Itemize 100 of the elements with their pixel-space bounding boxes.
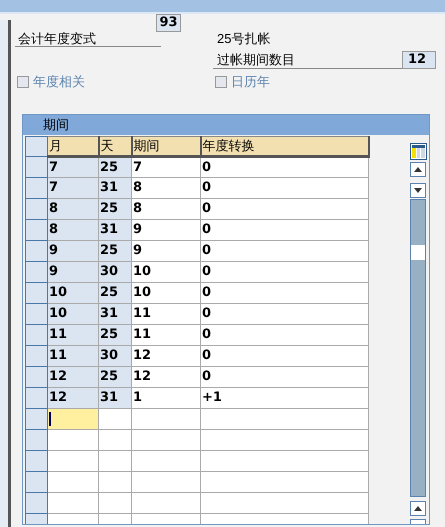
up-arrow-icon xyxy=(414,506,422,510)
input-cell[interactable] xyxy=(200,471,368,492)
row-selector[interactable] xyxy=(26,345,48,366)
row-selector[interactable] xyxy=(26,156,48,177)
row-selector[interactable] xyxy=(26,492,48,513)
table-cell: 30 xyxy=(98,261,132,282)
scroll-thumb[interactable] xyxy=(411,244,425,260)
panel-title: 期间 xyxy=(23,115,429,134)
input-cell[interactable] xyxy=(98,408,132,429)
field-label: 25号扎帐 xyxy=(217,31,270,47)
row-selector[interactable] xyxy=(26,219,48,240)
table-cell: 1 xyxy=(132,387,200,408)
table-cell: 10 xyxy=(132,261,200,282)
table-cell: 9 xyxy=(48,240,98,261)
table-cell: 0 xyxy=(200,261,368,282)
scroll-up-button[interactable] xyxy=(410,162,426,176)
checkbox-label: 年度相关 xyxy=(33,74,85,90)
input-cell[interactable] xyxy=(200,450,368,471)
table-cell: 11 xyxy=(48,324,98,345)
field-label: 过帐期间数目 xyxy=(217,52,295,68)
row-selector[interactable] xyxy=(26,240,48,261)
table-cell: 11 xyxy=(132,324,200,345)
column-header[interactable]: 天 xyxy=(98,136,132,156)
row-selector[interactable] xyxy=(26,408,48,429)
table-cell: 25 xyxy=(98,282,132,303)
row-selector[interactable] xyxy=(26,450,48,471)
table-cell: 11 xyxy=(132,303,200,324)
field-label: 会计年度变式 xyxy=(18,31,96,47)
table-cell: 0 xyxy=(200,156,368,177)
input-cell[interactable] xyxy=(98,450,132,471)
row-selector[interactable] xyxy=(26,198,48,219)
input-cell[interactable] xyxy=(48,450,98,471)
table-cell: 10 xyxy=(48,303,98,324)
table-cell: 25 xyxy=(98,366,132,387)
input-cell[interactable] xyxy=(132,408,200,429)
input-cell[interactable] xyxy=(48,471,98,492)
table-cell: 9 xyxy=(48,261,98,282)
table-cell: 12 xyxy=(132,345,200,366)
table-cell: +1 xyxy=(200,387,368,408)
table-cell: 9 xyxy=(132,240,200,261)
table-cell: 10 xyxy=(132,282,200,303)
checkbox-label: 日历年 xyxy=(231,74,270,90)
table-cell: 0 xyxy=(200,219,368,240)
input-cell[interactable] xyxy=(132,429,200,450)
column-header[interactable]: 年度转换 xyxy=(200,136,368,156)
table-cell: 9 xyxy=(132,219,200,240)
table-cell: 11 xyxy=(48,345,98,366)
input-cell[interactable] xyxy=(48,492,98,513)
input-cell[interactable] xyxy=(132,450,200,471)
row-selector[interactable] xyxy=(26,471,48,492)
table-cell: 30 xyxy=(98,345,132,366)
column-header[interactable]: 期间 xyxy=(132,136,200,156)
scroll-down-button[interactable] xyxy=(410,182,426,198)
input-cell[interactable] xyxy=(98,429,132,450)
table-cell: 25 xyxy=(98,198,132,219)
input-cell[interactable] xyxy=(98,492,132,513)
table-cell: 8 xyxy=(132,198,200,219)
table-cell: 0 xyxy=(200,282,368,303)
table-cell: 25 xyxy=(98,240,132,261)
input-cell[interactable] xyxy=(48,408,98,429)
row-selector xyxy=(26,136,48,156)
table-cell: 12 xyxy=(132,366,200,387)
table-cell: 0 xyxy=(200,345,368,366)
row-selector[interactable] xyxy=(26,177,48,198)
input-cell[interactable] xyxy=(132,492,200,513)
input-cell[interactable] xyxy=(200,408,368,429)
row-selector[interactable] xyxy=(26,324,48,345)
row-selector[interactable] xyxy=(26,282,48,303)
input-cell[interactable] xyxy=(98,471,132,492)
table-cell: 0 xyxy=(200,324,368,345)
table-cell: 8 xyxy=(132,177,200,198)
table-cell: 0 xyxy=(200,240,368,261)
table-cell: 31 xyxy=(98,303,132,324)
table-cell: 8 xyxy=(48,198,98,219)
table-cell: 12 xyxy=(48,387,98,408)
row-selector[interactable] xyxy=(26,303,48,324)
value-field: 93 xyxy=(156,14,181,32)
input-cell[interactable] xyxy=(200,492,368,513)
table-cell: 0 xyxy=(200,177,368,198)
row-selector[interactable] xyxy=(26,366,48,387)
row-selector[interactable] xyxy=(26,429,48,450)
text-cursor xyxy=(49,412,51,426)
column-header[interactable]: 月 xyxy=(48,136,98,156)
scroll-up-button[interactable] xyxy=(410,500,426,516)
table-cell: 12 xyxy=(48,366,98,387)
column-settings-icon[interactable] xyxy=(410,142,426,160)
table-cell: 0 xyxy=(200,303,368,324)
table-cell: 31 xyxy=(98,177,132,198)
checkbox[interactable] xyxy=(215,76,227,88)
value-field: 12 xyxy=(402,51,436,69)
input-cell[interactable] xyxy=(48,429,98,450)
table-cell: 31 xyxy=(98,387,132,408)
input-cell[interactable] xyxy=(132,471,200,492)
row-selector[interactable] xyxy=(26,261,48,282)
table-cell: 8 xyxy=(48,219,98,240)
down-arrow-icon xyxy=(414,188,422,192)
table-cell: 0 xyxy=(200,198,368,219)
input-cell[interactable] xyxy=(200,429,368,450)
row-selector[interactable] xyxy=(26,387,48,408)
checkbox[interactable] xyxy=(17,76,29,88)
